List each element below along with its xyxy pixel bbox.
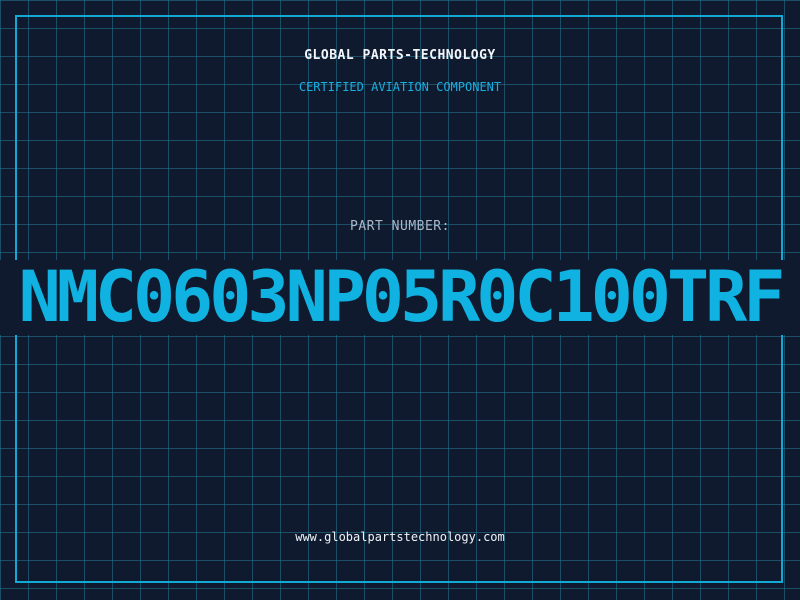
certification-tagline: CERTIFIED AVIATION COMPONENT — [298, 80, 502, 94]
product-label-card: GLOBAL PARTS-TECHNOLOGY CERTIFIED AVIATI… — [0, 0, 800, 600]
part-number-value: NMC0603NP05R0C100TRF — [18, 260, 786, 335]
company-name: GLOBAL PARTS-TECHNOLOGY — [304, 48, 496, 63]
website-url: www.globalpartstechnology.com — [295, 530, 505, 544]
part-number-label: PART NUMBER: — [350, 219, 450, 234]
part-number-band: NMC0603NP05R0C100TRF — [0, 260, 800, 335]
